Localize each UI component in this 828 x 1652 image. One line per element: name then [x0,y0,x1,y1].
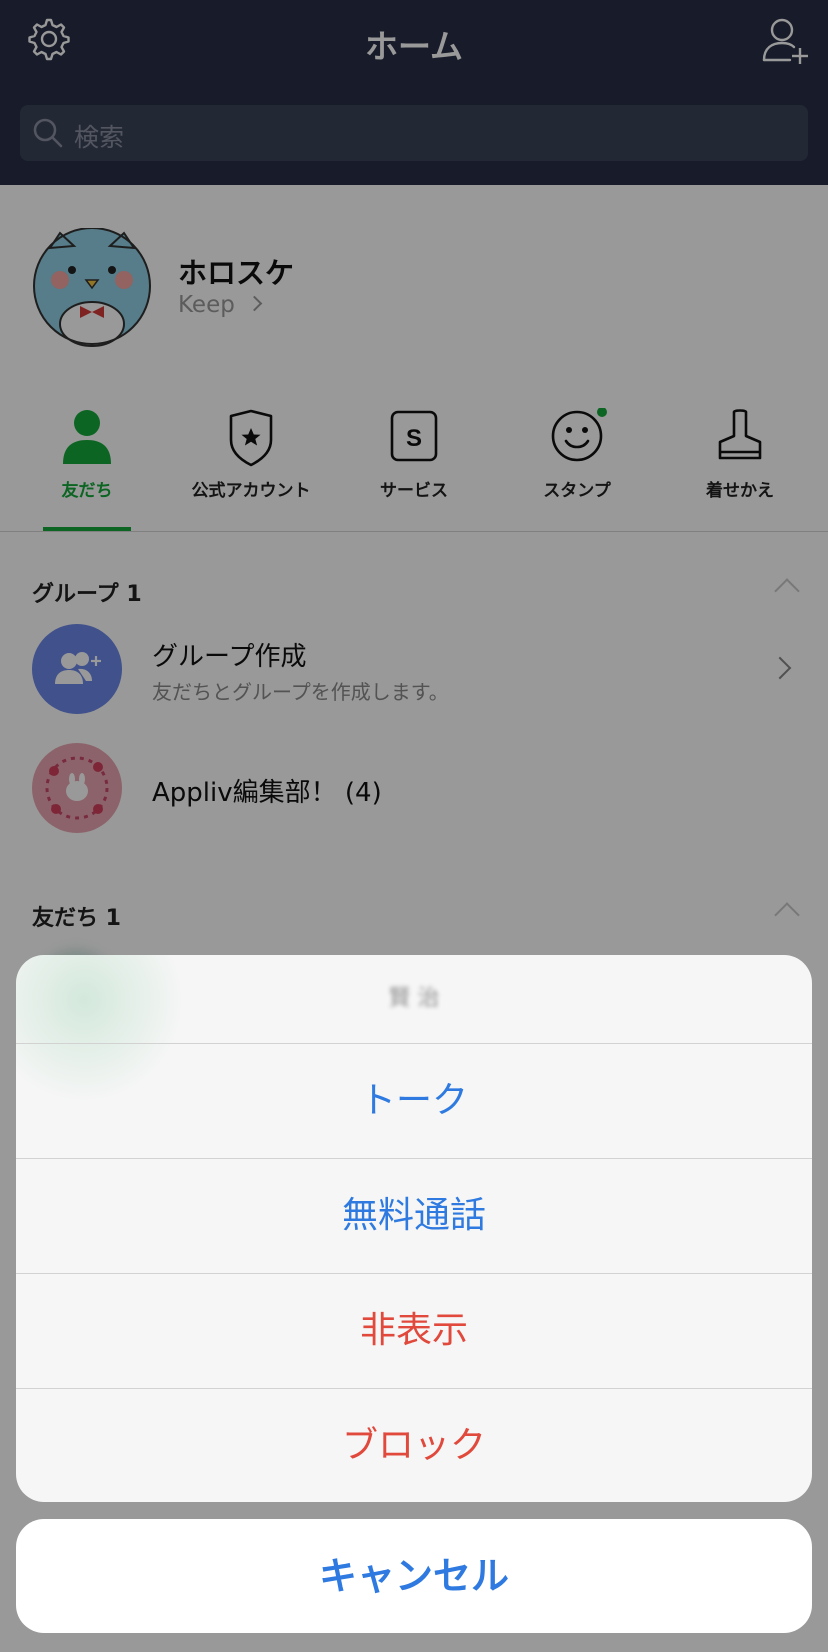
free-call-button[interactable]: 無料通話 [16,1159,812,1273]
hide-button[interactable]: 非表示 [16,1274,812,1388]
cancel-button[interactable]: キャンセル [16,1519,812,1633]
action-sheet-title: 賢 治 [388,986,440,1011]
action-sheet: 賢 治 トーク 無料通話 非表示 ブロック [16,955,812,1502]
block-button[interactable]: ブロック [16,1389,812,1502]
talk-button[interactable]: トーク [16,1044,812,1158]
